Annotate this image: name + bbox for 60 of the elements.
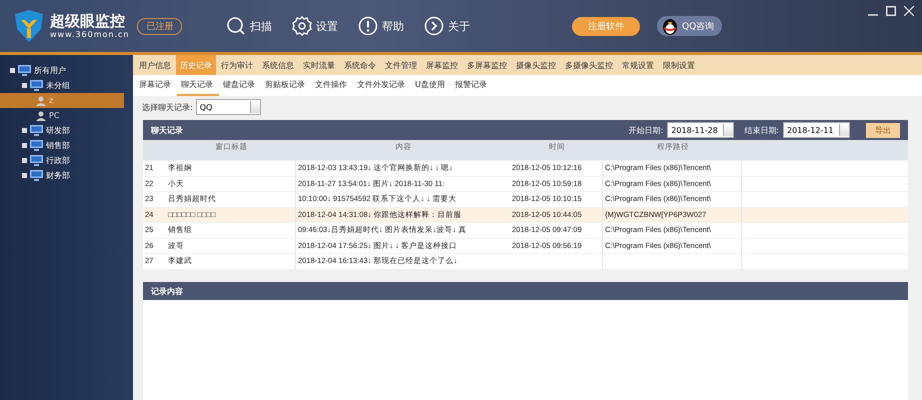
chevron-circle-icon [424, 16, 444, 36]
toolbar-button[interactable]: 帮助 [358, 16, 404, 36]
tab[interactable]: 用户信息 [135, 55, 175, 75]
registered-badge: 已注册 [137, 18, 182, 34]
toolbar-button[interactable]: 关于 [424, 16, 470, 36]
tab[interactable]: 多摄像头监控 [561, 55, 617, 75]
search-icon [226, 16, 246, 36]
subtab[interactable]: 文件外发记录 [353, 75, 411, 96]
user-icon [36, 110, 46, 120]
computer-icon [30, 125, 43, 136]
user-icon [36, 96, 46, 106]
tree-item[interactable]: 销售部 [46, 140, 70, 151]
tab[interactable]: 系统信息 [258, 55, 298, 75]
subtab[interactable]: 键盘记录 [219, 75, 261, 96]
subtab[interactable]: 文件操作 [311, 75, 353, 96]
tab[interactable]: 系统命令 [340, 55, 380, 75]
start-date-label: 开始日期: [628, 124, 664, 136]
qq-button[interactable]: QQ咨询 [657, 16, 722, 36]
tree-item[interactable]: 行政部 [46, 155, 70, 166]
chat-select[interactable]: QQ [196, 99, 261, 115]
computer-icon [30, 80, 43, 91]
app-name: 超级眼监控 [50, 13, 126, 30]
tree-item[interactable]: 财务部 [46, 170, 70, 181]
subtab[interactable]: 报警记录 [450, 75, 493, 96]
tab[interactable]: 行为审计 [217, 55, 257, 75]
computer-icon [30, 140, 43, 151]
tree-item[interactable]: 未分组 [46, 80, 70, 91]
computer-icon [30, 170, 43, 181]
end-date-field[interactable]: 2018-12-11 [783, 122, 850, 138]
tab[interactable]: 屏幕监控 [422, 55, 462, 75]
tab[interactable]: 实时流量 [299, 55, 339, 75]
toolbar-button[interactable]: 设置 [292, 16, 338, 36]
subtab[interactable]: 屏幕记录 [135, 75, 177, 96]
computer-icon [18, 65, 31, 76]
tab[interactable]: 多屏幕监控 [463, 55, 511, 75]
chat-select-label: 选择聊天记录: [142, 102, 193, 112]
panel-title: 聊天记录 [151, 124, 183, 136]
computer-icon [30, 155, 43, 166]
export-button[interactable]: 导出 [866, 122, 900, 138]
toolbar-button[interactable]: 扫描 [226, 16, 272, 36]
tree-item[interactable]: 所有用户 [34, 65, 66, 76]
tab[interactable]: 文件管理 [381, 55, 421, 75]
subtab[interactable]: 聊天记录 [177, 75, 219, 96]
maximize-icon[interactable] [886, 6, 896, 16]
tab[interactable]: 常规设置 [618, 55, 658, 75]
tree-item[interactable]: 研发部 [46, 125, 70, 136]
panel-title: 记录内容 [151, 286, 183, 296]
app-url: www.360mon.cn [50, 30, 130, 39]
shield-logo-icon [12, 9, 46, 43]
tree-item[interactable]: PC [0, 108, 124, 123]
end-date-label: 结束日期: [744, 124, 779, 136]
penguin-icon [661, 16, 679, 36]
close-icon[interactable] [904, 6, 914, 16]
subtab[interactable]: 剪贴板记录 [261, 75, 311, 96]
start-date-field[interactable]: 2018-11-28 [667, 122, 734, 138]
settings-icon [292, 16, 312, 36]
exclamation-icon [358, 16, 378, 36]
tab[interactable]: 限制设置 [659, 55, 699, 75]
subtab[interactable]: U盘使用 [411, 75, 451, 96]
tab[interactable]: 摄像头监控 [512, 55, 560, 75]
